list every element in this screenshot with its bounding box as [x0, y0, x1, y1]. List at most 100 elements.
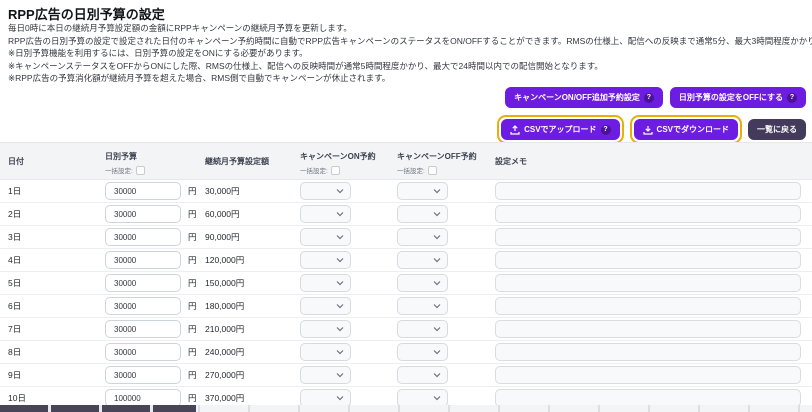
monthly-budget-amount: 150,000円 — [205, 278, 245, 288]
memo-input[interactable] — [495, 182, 801, 200]
campaign-off-select[interactable] — [397, 182, 448, 200]
table-row: 5日 円 150,000円 — [0, 272, 812, 295]
back-to-list-button[interactable]: 一覧に戻る — [748, 119, 806, 140]
csv-download-highlight: CSVでダウンロード — [629, 115, 742, 144]
campaign-on-select[interactable] — [300, 274, 351, 292]
download-icon — [642, 125, 653, 135]
chevron-down-icon — [336, 370, 344, 380]
monthly-budget-amount: 240,000円 — [205, 347, 245, 357]
csv-download-button[interactable]: CSVでダウンロード — [633, 119, 738, 140]
campaign-on-select[interactable] — [300, 343, 351, 361]
yen-suffix: 円 — [188, 186, 197, 196]
chevron-down-icon — [433, 393, 441, 403]
bulk-set-label: 一括設定: — [105, 168, 133, 175]
horizontal-scrollbar[interactable] — [0, 405, 812, 412]
date-label: 8日 — [8, 347, 22, 357]
csv-upload-button[interactable]: CSVでアップロード ? — [501, 119, 620, 140]
memo-input[interactable] — [495, 366, 801, 384]
chevron-down-icon — [433, 301, 441, 311]
csv-upload-highlight: CSVでアップロード ? — [497, 115, 624, 144]
header-date: 日付 — [8, 156, 24, 166]
header-campaign-on: キャンペーンON予約 一括設定: — [300, 152, 376, 175]
date-label: 4日 — [8, 255, 22, 265]
memo-input[interactable] — [495, 251, 801, 269]
daily-budget-input[interactable] — [105, 182, 181, 200]
campaign-on-select[interactable] — [300, 389, 351, 405]
question-icon[interactable]: ? — [643, 92, 654, 103]
campaign-off-select[interactable] — [397, 274, 448, 292]
monthly-budget-amount: 90,000円 — [205, 232, 240, 242]
chevron-down-icon — [433, 255, 441, 265]
bulk-set-on-checkbox[interactable] — [330, 165, 340, 175]
bulk-set-budget-checkbox[interactable] — [135, 165, 145, 175]
daily-budget-input[interactable] — [105, 251, 181, 269]
memo-input[interactable] — [495, 205, 801, 223]
daily-budget-input[interactable] — [105, 389, 181, 405]
bulk-set-off-checkbox[interactable] — [427, 165, 437, 175]
campaign-on-select[interactable] — [300, 251, 351, 269]
memo-input[interactable] — [495, 228, 801, 246]
memo-input[interactable] — [495, 320, 801, 338]
campaign-on-select[interactable] — [300, 205, 351, 223]
bulk-set-label: 一括設定: — [397, 168, 425, 175]
yen-suffix: 円 — [188, 255, 197, 265]
campaign-off-select[interactable] — [397, 366, 448, 384]
campaign-off-select[interactable] — [397, 205, 448, 223]
question-icon[interactable]: ? — [600, 124, 611, 135]
campaign-onoff-reserve-button[interactable]: キャンペーンON/OFF追加予約設定 ? — [505, 87, 663, 108]
page-description: 毎日0時に本日の継続月予算設定額の金額にRPPキャンペーンの継続月予算を更新しま… — [8, 22, 812, 85]
campaign-off-select[interactable] — [397, 389, 448, 405]
upload-icon — [510, 124, 520, 135]
daily-budget-input[interactable] — [105, 205, 181, 223]
campaign-off-select[interactable] — [397, 320, 448, 338]
chevron-down-icon — [336, 324, 344, 334]
date-label: 7日 — [8, 324, 22, 334]
table-row: 4日 円 120,000円 — [0, 249, 812, 272]
monthly-budget-amount: 120,000円 — [205, 255, 245, 265]
campaign-off-select[interactable] — [397, 343, 448, 361]
description-line: ※RPP広告の予算消化額が継続月予算を超えた場合、RMS側で自動でキャンペーンが… — [8, 73, 391, 84]
chevron-down-icon — [336, 393, 344, 403]
yen-suffix: 円 — [188, 324, 197, 334]
campaign-off-select[interactable] — [397, 228, 448, 246]
table-row: 9日 円 270,000円 — [0, 364, 812, 387]
memo-input[interactable] — [495, 389, 801, 405]
daily-budget-input[interactable] — [105, 297, 181, 315]
memo-input[interactable] — [495, 297, 801, 315]
chevron-down-icon — [336, 209, 344, 219]
header-daily-budget: 日別予算 一括設定: — [100, 143, 197, 179]
daily-budget-off-button[interactable]: 日別予算の設定をOFFにする ? — [669, 87, 806, 108]
campaign-off-select[interactable] — [397, 297, 448, 315]
memo-input[interactable] — [495, 274, 801, 292]
table-row: 10日 円 370,000円 — [0, 387, 812, 405]
campaign-on-select[interactable] — [300, 228, 351, 246]
chevron-down-icon — [336, 278, 344, 288]
campaign-on-select[interactable] — [300, 297, 351, 315]
table-row: 3日 円 90,000円 — [0, 226, 812, 249]
daily-budget-input[interactable] — [105, 274, 181, 292]
daily-budget-input[interactable] — [105, 343, 181, 361]
campaign-on-select[interactable] — [300, 366, 351, 384]
question-icon[interactable]: ? — [787, 92, 797, 103]
date-label: 2日 — [8, 209, 22, 219]
table-row: 8日 円 240,000円 — [0, 341, 812, 364]
monthly-budget-amount: 370,000円 — [205, 393, 245, 403]
table-row: 1日 円 30,000円 — [0, 180, 812, 203]
campaign-on-select[interactable] — [300, 320, 351, 338]
daily-budget-input[interactable] — [105, 366, 181, 384]
scrollbar-thumb[interactable] — [0, 405, 196, 412]
action-buttons: キャンペーンON/OFF追加予約設定 ? 日別予算の設定をOFFにする ? CS… — [497, 87, 806, 144]
table-header: 日付 日別予算 一括設定: 継続月予算設定額 キャンペーンON予約 一括設定: … — [0, 142, 812, 180]
campaign-off-select[interactable] — [397, 251, 448, 269]
table-body: 1日円30,000円2日円60,000円3日円90,000円4日円120,000… — [0, 180, 812, 405]
daily-budget-input[interactable] — [105, 228, 181, 246]
table-row: 7日 円 210,000円 — [0, 318, 812, 341]
memo-input[interactable] — [495, 343, 801, 361]
description-line: 毎日0時に本日の継続月予算設定額の金額にRPPキャンペーンの継続月予算を更新しま… — [8, 23, 352, 33]
chevron-down-icon — [433, 347, 441, 357]
chevron-down-icon — [433, 232, 441, 242]
daily-budget-input[interactable] — [105, 320, 181, 338]
campaign-on-select[interactable] — [300, 182, 351, 200]
chevron-down-icon — [433, 278, 441, 288]
yen-suffix: 円 — [188, 347, 197, 357]
